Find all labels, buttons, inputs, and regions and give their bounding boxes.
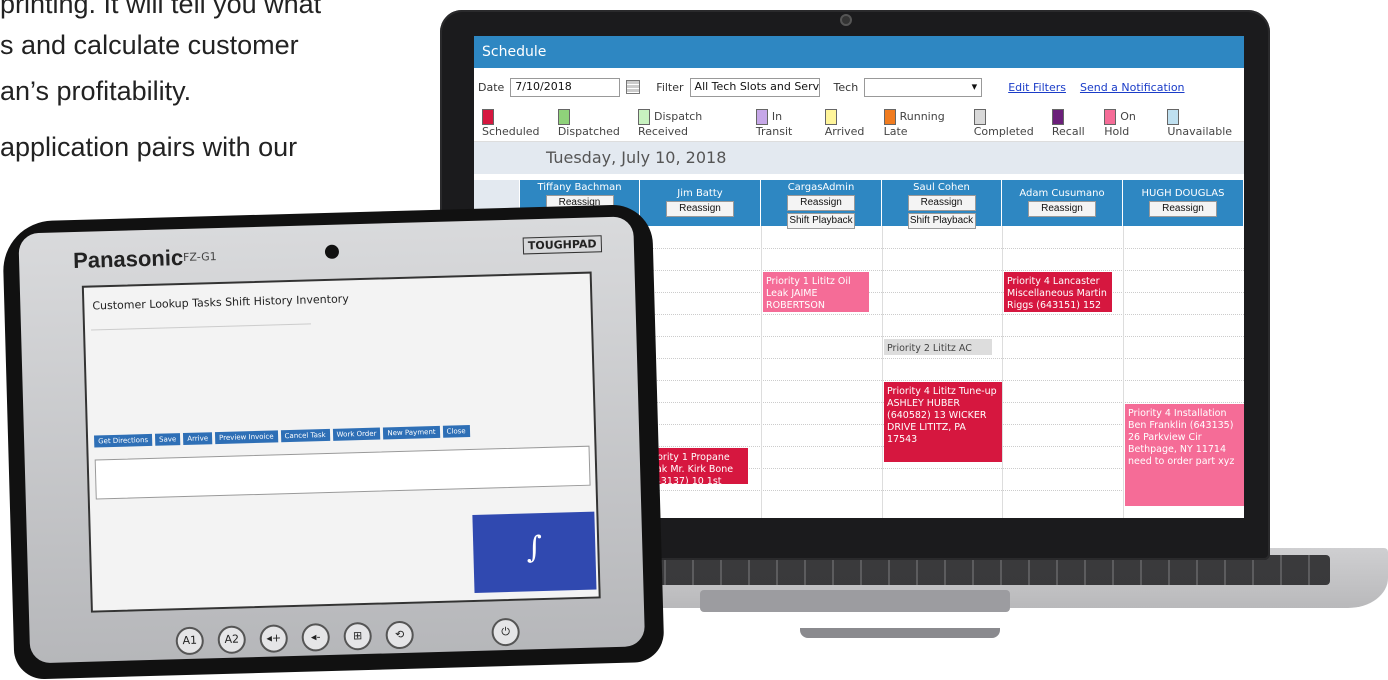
tablet-device: Panasonic FZ-G1 TOUGHPAD Customer Lookup… bbox=[2, 203, 665, 680]
tablet-button[interactable]: Get Directions bbox=[93, 433, 153, 448]
tablet-model: FZ-G1 bbox=[182, 250, 217, 264]
event-card[interactable]: Priority 2 Lititz AC Not bbox=[884, 339, 992, 355]
legend-label: Scheduled bbox=[482, 125, 540, 138]
event-card[interactable]: Priority 1 Lititz Oil Leak JAIME ROBERTS… bbox=[763, 272, 869, 312]
marketing-line: application pairs with our bbox=[0, 132, 298, 162]
reassign-button[interactable]: Reassign bbox=[666, 201, 734, 217]
tech-name: Adam Cusumano bbox=[1019, 188, 1105, 199]
send-notification-link[interactable]: Send a Notification bbox=[1080, 81, 1185, 94]
tablet-button[interactable]: Save bbox=[154, 433, 181, 446]
marketing-line: printing. It will tell you what bbox=[0, 0, 322, 19]
tech-select[interactable]: ▾ bbox=[864, 77, 983, 97]
legend-label: Completed bbox=[973, 125, 1034, 138]
laptop-camera-icon bbox=[840, 14, 852, 26]
date-label: Date bbox=[478, 80, 505, 94]
calendar-icon[interactable] bbox=[626, 80, 641, 94]
legend-item: On Hold bbox=[1104, 109, 1161, 138]
event-card[interactable]: Priority 4 Installation Ben Franklin (64… bbox=[1125, 404, 1244, 506]
tech-name: Saul Cohen bbox=[913, 182, 970, 193]
day-header: Tuesday, July 10, 2018 bbox=[474, 142, 1244, 174]
tablet-button[interactable]: Close bbox=[442, 425, 470, 438]
tablet-button[interactable]: Arrive bbox=[183, 432, 213, 446]
tablet-brand: Panasonic bbox=[72, 244, 184, 274]
legend-label: Arrived bbox=[824, 125, 865, 138]
window-title: Schedule bbox=[474, 36, 1244, 68]
legend-swatch bbox=[1167, 109, 1180, 125]
tech-column-adam: Adam Cusumano Reassign bbox=[1002, 180, 1123, 226]
legend-item: Running Late bbox=[883, 109, 968, 138]
date-input[interactable]: 7/10/2018 bbox=[510, 77, 621, 97]
legend-swatch bbox=[637, 109, 650, 125]
tablet-button[interactable]: New Payment bbox=[383, 425, 440, 440]
legend-item: Completed bbox=[973, 109, 1046, 138]
legend-swatch bbox=[973, 109, 986, 125]
tablet-button[interactable]: Work Order bbox=[332, 427, 381, 441]
legend-item: Dispatch Received bbox=[637, 109, 750, 138]
legend-item: Arrived bbox=[824, 109, 878, 138]
work-order-form bbox=[91, 323, 314, 426]
tech-name: HUGH DOUGLAS bbox=[1141, 188, 1225, 199]
reassign-button[interactable]: Reassign bbox=[907, 195, 976, 211]
legend-label: Dispatched bbox=[557, 125, 620, 138]
tablet-screen: Customer Lookup Tasks Shift History Inve… bbox=[81, 271, 601, 613]
marketing-line: an’s profitability. bbox=[0, 76, 192, 106]
legend-label: Recall bbox=[1051, 125, 1085, 138]
legend-item: Scheduled bbox=[482, 109, 552, 138]
toughpad-badge: TOUGHPAD bbox=[522, 235, 602, 255]
tech-name: Jim Batty bbox=[677, 188, 723, 199]
legend-item: In Transit bbox=[755, 109, 819, 138]
legend-swatch bbox=[883, 109, 896, 125]
edit-filters-link[interactable]: Edit Filters bbox=[1008, 81, 1066, 94]
laptop-trackpad bbox=[700, 590, 1010, 612]
legend-swatch bbox=[1104, 109, 1117, 125]
tablet-action-buttons: Get Directions Save Arrive Preview Invoi… bbox=[93, 425, 470, 448]
tech-column-jim: Jim Batty Reassign bbox=[640, 180, 761, 226]
tablet-button[interactable]: Cancel Task bbox=[280, 428, 330, 443]
grid-column-line bbox=[1123, 226, 1124, 518]
legend-swatch bbox=[755, 109, 768, 125]
filter-select-value: All Tech Slots and Service 1 bbox=[694, 79, 820, 93]
marketing-line: s and calculate customer bbox=[0, 30, 299, 60]
legend-swatch bbox=[557, 109, 570, 125]
filter-bar: Date 7/10/2018 Filter All Tech Slots and… bbox=[474, 68, 1244, 106]
filter-label: Filter bbox=[656, 80, 684, 94]
grid-column-line bbox=[882, 226, 883, 518]
grid-column-line bbox=[761, 226, 762, 518]
grid-column-line bbox=[1002, 226, 1003, 518]
parts-grid[interactable] bbox=[94, 445, 591, 500]
legend-swatch bbox=[824, 109, 837, 125]
tech-name: Tiffany Bachman bbox=[537, 182, 622, 193]
event-card[interactable]: Priority 4 Lititz Tune-up ASHLEY HUBER (… bbox=[884, 382, 1002, 462]
laptop-lip bbox=[800, 628, 1000, 638]
event-card[interactable]: Priority 4 Lancaster Miscellaneous Marti… bbox=[1004, 272, 1112, 312]
legend-item: Recall bbox=[1051, 109, 1098, 138]
tech-name: CargasAdmin bbox=[787, 182, 855, 193]
status-legend: Scheduled Dispatched Dispatch Received I… bbox=[474, 106, 1244, 142]
legend-swatch bbox=[1051, 109, 1064, 125]
tech-column-cargasadmin: CargasAdmin Reassign Shift Playback bbox=[761, 180, 882, 229]
tech-label: Tech bbox=[833, 80, 859, 94]
tablet-button[interactable]: Preview Invoice bbox=[214, 430, 278, 445]
legend-item: Unavailable bbox=[1167, 109, 1244, 138]
legend-label: Unavailable bbox=[1167, 125, 1233, 138]
tablet-menu[interactable]: Customer Lookup Tasks Shift History Inve… bbox=[92, 292, 349, 312]
signature-pad[interactable]: ∫ bbox=[472, 511, 597, 593]
legend-swatch bbox=[482, 109, 494, 125]
filter-select[interactable]: All Tech Slots and Service 1 ▾ bbox=[689, 77, 820, 97]
reassign-button[interactable]: Reassign bbox=[787, 195, 855, 211]
tech-column-saul: Saul Cohen Reassign Shift Playback bbox=[882, 180, 1002, 229]
tech-column-hugh: HUGH DOUGLAS Reassign bbox=[1123, 180, 1244, 226]
legend-item: Dispatched bbox=[557, 109, 632, 138]
reassign-button[interactable]: Reassign bbox=[1149, 201, 1217, 217]
reassign-button[interactable]: Reassign bbox=[1028, 201, 1096, 217]
